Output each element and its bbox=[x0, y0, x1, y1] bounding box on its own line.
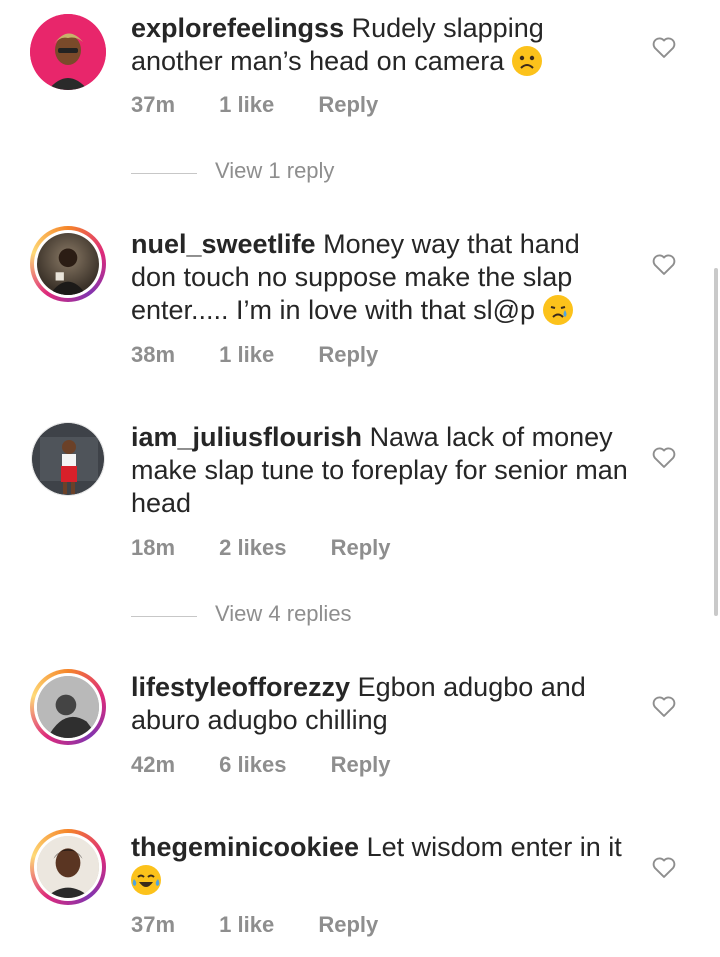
view-replies-label: View 4 replies bbox=[215, 601, 352, 626]
comment-meta: 37m 1 like Reply bbox=[131, 92, 416, 118]
reply-button[interactable]: Reply bbox=[318, 92, 378, 117]
comment-time: 37m bbox=[131, 92, 176, 117]
comment-username[interactable]: explorefeelingss bbox=[131, 13, 344, 43]
avatar[interactable] bbox=[30, 829, 106, 905]
comment-body: thegeminicookiee Let wisdom enter in it bbox=[131, 831, 631, 897]
reply-button[interactable]: Reply bbox=[318, 912, 378, 937]
comment-likes[interactable]: 1 like bbox=[219, 342, 274, 367]
comment-username[interactable]: iam_juliusflourish bbox=[131, 422, 362, 452]
view-replies-label: View 1 reply bbox=[215, 158, 335, 183]
comment-text: Let wisdom enter in it bbox=[366, 832, 622, 862]
profile-photo bbox=[32, 423, 104, 495]
tears-of-joy-emoji-icon bbox=[131, 865, 161, 895]
comment-time: 18m bbox=[131, 535, 176, 560]
comment-likes[interactable]: 1 like bbox=[219, 92, 274, 117]
comment-body: explorefeelingss Rudely slapping another… bbox=[131, 12, 631, 78]
reply-button[interactable]: Reply bbox=[318, 342, 378, 367]
comment-time: 42m bbox=[131, 752, 176, 777]
comment-username[interactable]: thegeminicookiee bbox=[131, 832, 359, 862]
frowning-face-emoji-icon bbox=[511, 46, 542, 76]
profile-photo bbox=[37, 836, 99, 898]
heart-icon[interactable] bbox=[650, 443, 678, 471]
comment-body: nuel_sweetlife Money way that hand don t… bbox=[131, 228, 631, 327]
crying-face-emoji-icon bbox=[542, 295, 573, 325]
heart-icon[interactable] bbox=[650, 853, 678, 881]
heart-icon[interactable] bbox=[650, 33, 678, 61]
view-replies-divider bbox=[131, 173, 197, 174]
bitmoji-avatar-icon bbox=[30, 14, 106, 90]
comment-likes[interactable]: 2 likes bbox=[219, 535, 286, 560]
comment-meta: 38m 1 like Reply bbox=[131, 342, 416, 368]
comment-likes[interactable]: 6 likes bbox=[219, 752, 286, 777]
scrollbar[interactable] bbox=[714, 268, 718, 616]
comment-body: iam_juliusflourish Nawa lack of money ma… bbox=[131, 421, 631, 520]
comment-meta: 37m 1 like Reply bbox=[131, 912, 416, 938]
comment-body: lifestyleofforezzy Egbon adugbo and abur… bbox=[131, 671, 631, 737]
comment-meta: 18m 2 likes Reply bbox=[131, 535, 429, 561]
avatar[interactable] bbox=[30, 226, 106, 302]
heart-icon[interactable] bbox=[650, 250, 678, 278]
comment-time: 37m bbox=[131, 912, 176, 937]
profile-photo bbox=[49, 248, 87, 295]
comment-meta: 42m 6 likes Reply bbox=[131, 752, 429, 778]
avatar[interactable] bbox=[30, 14, 106, 90]
avatar[interactable] bbox=[30, 669, 106, 745]
reply-button[interactable]: Reply bbox=[331, 535, 391, 560]
profile-photo bbox=[37, 676, 99, 738]
comment-likes[interactable]: 1 like bbox=[219, 912, 274, 937]
comment-username[interactable]: lifestyleofforezzy bbox=[131, 672, 350, 702]
comment-time: 38m bbox=[131, 342, 176, 367]
reply-button[interactable]: Reply bbox=[331, 752, 391, 777]
comment-username[interactable]: nuel_sweetlife bbox=[131, 229, 316, 259]
heart-icon[interactable] bbox=[650, 692, 678, 720]
avatar[interactable] bbox=[31, 422, 105, 496]
view-replies-divider bbox=[131, 616, 197, 617]
